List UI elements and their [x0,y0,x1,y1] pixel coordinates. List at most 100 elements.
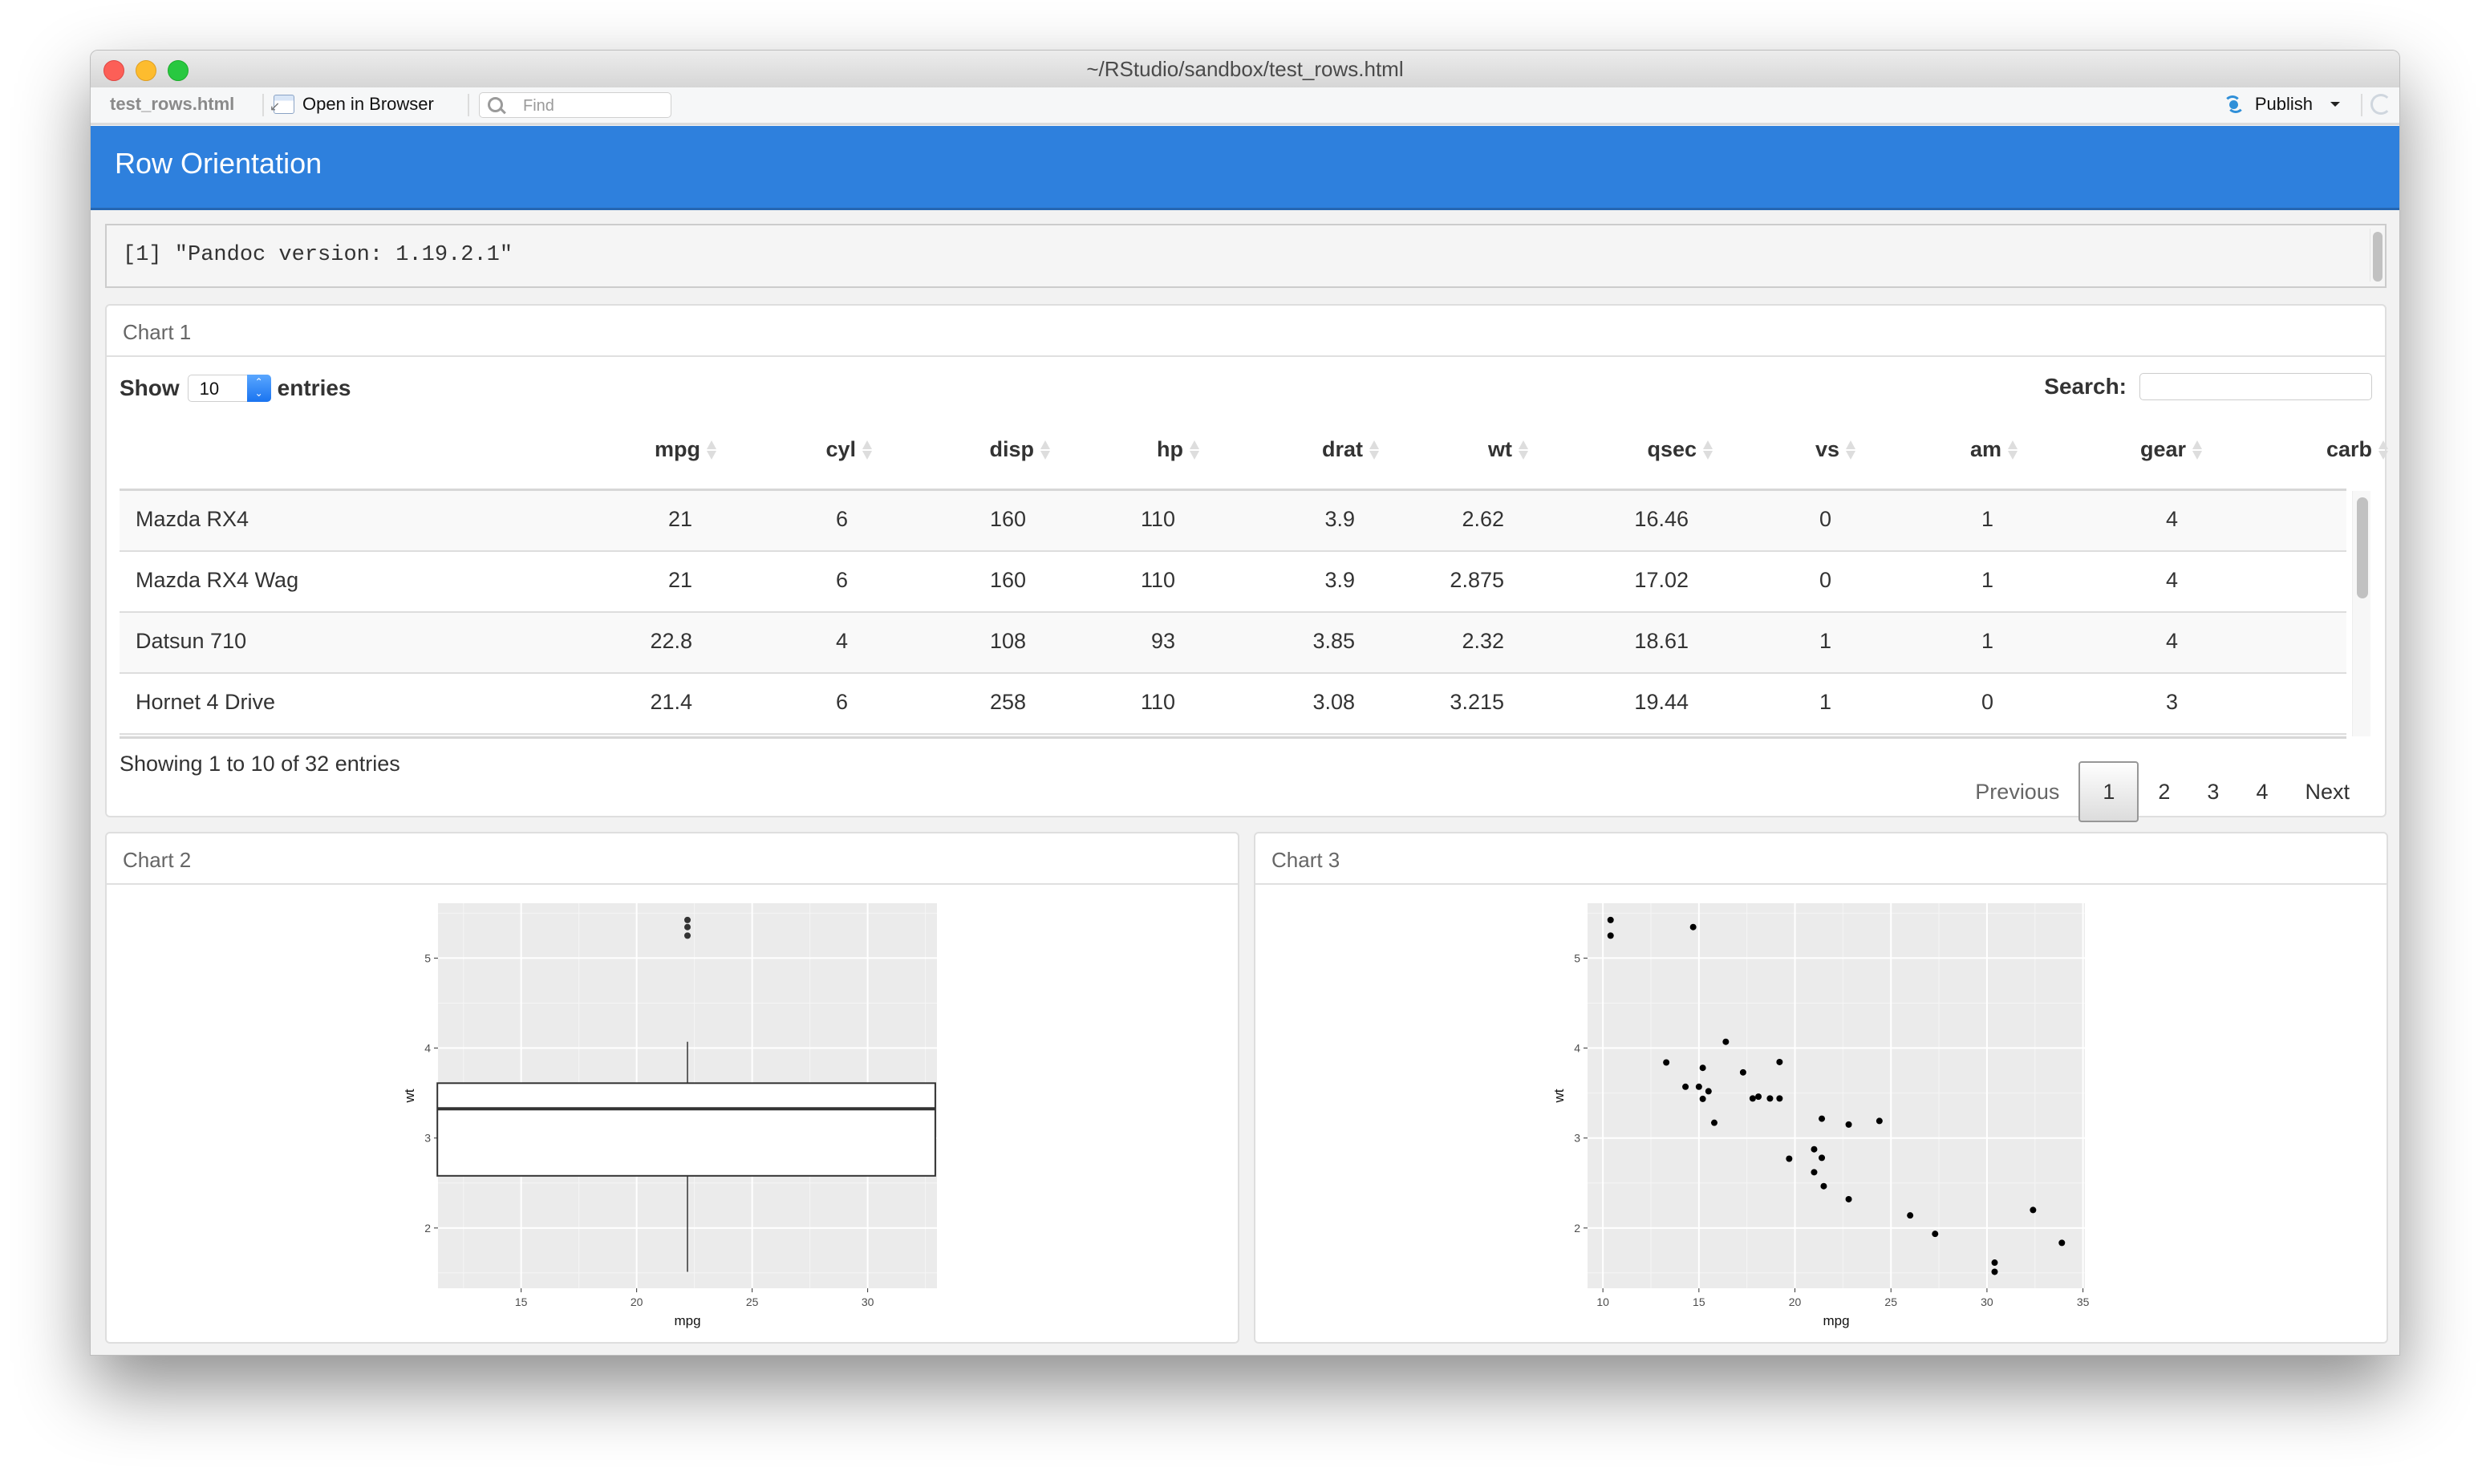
sort-icon [707,440,716,460]
table-row[interactable]: Datsun 71022.84108933.852.3218.611141 [120,613,2346,674]
panel-divider [107,355,2385,357]
scrollbar-thumb[interactable] [2373,232,2383,282]
boxplot-chart: 15 20 25 30 2 3 4 5 mpg wt [402,903,937,1328]
y-axis-label: wt [402,1089,417,1103]
sort-icon [1846,440,1855,460]
publish-button[interactable]: Publish [2221,94,2340,115]
table-search: Search: [2044,373,2372,400]
scatter-point [1739,1068,1746,1076]
outlier-point [684,923,691,931]
column-header-drat[interactable]: drat [1322,437,1379,462]
cell-cyl: 6 [835,568,848,592]
scatter-point [1695,1083,1702,1090]
page-length-select[interactable]: 10 ⌃ ⌄ [187,375,271,402]
x-tick-label: 30 [1981,1295,1993,1308]
cell-am: 1 [1981,507,1993,531]
table-row[interactable] [120,735,2346,736]
scatter-point [1811,1145,1818,1153]
column-header-label: am [1969,437,2001,461]
column-header-label: mpg [655,437,700,461]
table-search-input[interactable] [2139,373,2372,400]
cell-gear: 4 [2165,629,2178,653]
scatter-point [1766,1095,1774,1102]
row-name-cell: Mazda RX4 [136,507,249,531]
cell-am: 1 [1981,568,1993,592]
column-header-label: carb [2326,437,2372,461]
sort-icon [1519,440,1528,460]
cell-mpg: 21 [667,568,692,592]
column-header-label: drat [1321,437,1363,461]
scatter-point [1786,1155,1793,1162]
scatter-point [1776,1095,1783,1102]
scatter-point [1819,1154,1826,1162]
cell-hp: 93 [1150,629,1175,653]
column-header-disp[interactable]: disp [989,437,1050,462]
previous-page-button[interactable]: Previous [1957,761,2077,822]
column-header-cyl[interactable]: cyl [825,437,872,462]
column-header-gear[interactable]: gear [2140,437,2202,462]
open-in-browser-button[interactable]: Open in Browser [274,94,434,115]
cell-hp: 110 [1140,568,1175,592]
row-name-cell: Mazda RX4 Wag [136,568,299,592]
page-button-4[interactable]: 4 [2238,761,2285,822]
sort-icon [862,440,872,460]
table-row[interactable]: Mazda RX42161601103.92.6216.460144 [120,491,2346,552]
chart3-panel: Chart 3 10 15 20 25 30 35 2 3 4 5 mpg wt [1254,832,2388,1344]
column-header-hp[interactable]: hp [1157,437,1199,462]
scatter-point [1776,1058,1783,1065]
toolbar-divider [468,94,469,116]
column-header-wt[interactable]: wt [1488,437,1528,462]
x-axis-label: mpg [1823,1313,1849,1328]
cell-disp: 160 [989,507,1026,531]
column-header-mpg[interactable]: mpg [655,437,716,462]
output-scrollbar[interactable] [2370,229,2383,282]
sort-icon [2008,440,2018,460]
table-row[interactable]: Hornet 4 Drive 21.4 6 258 110 3.08 3.215 19.44 1… [120,674,2346,735]
column-header-am[interactable]: am [1970,437,2018,462]
toolbar-divider [262,94,264,116]
column-header-label: disp [989,437,1034,461]
table-scrollbar[interactable] [2352,491,2370,736]
dashboard-title: Row Orientation [115,147,322,180]
column-header-carb[interactable]: carb [2326,437,2388,462]
toolbar-divider [2361,94,2362,116]
find-box[interactable] [479,92,671,118]
cell-gear: 4 [2165,507,2178,531]
console-output: [1] "Pandoc version: 1.19.2.1" [105,224,2387,288]
cell-drat: 3.85 [1312,629,1355,653]
cell-vs: 1 [1819,629,1831,653]
scatter-point [1699,1064,1706,1072]
column-header-vs[interactable]: vs [1815,437,1855,462]
chevron-down-icon[interactable] [2330,102,2340,107]
entries-label: entries [277,375,351,400]
cell-qsec: 19.44 [1634,690,1689,714]
page-button-2[interactable]: 2 [2140,761,2188,822]
scatter-point [1607,916,1614,923]
scatter-point [1811,1169,1818,1176]
find-input[interactable] [521,96,661,116]
file-name-label: test_rows.html [110,94,235,114]
scrollbar-thumb[interactable] [2357,497,2368,598]
publish-icon [2221,95,2247,113]
y-tick-label: 2 [424,1222,431,1235]
page-button-1[interactable]: 1 [2078,761,2139,822]
column-header-label: vs [1815,437,1839,461]
cell-vs: 1 [1819,690,1831,714]
scatter-point [1682,1083,1689,1090]
sort-icon [1703,440,1713,460]
table-row[interactable]: Mazda RX4 Wag2161601103.92.87517.020144 [120,552,2346,613]
scatter-point [1749,1095,1756,1102]
cell-am: 0 [1981,690,1993,714]
dashboard-navbar: Row Orientation [91,126,2399,210]
search-icon [488,97,503,112]
next-page-button[interactable]: Next [2287,761,2367,822]
x-tick-label: 15 [1693,1295,1705,1308]
outlier-point [684,932,691,939]
table-info: Showing 1 to 10 of 32 entries [120,752,400,776]
refresh-icon[interactable] [2370,94,2391,115]
page-button-3[interactable]: 3 [2189,761,2237,822]
open-in-browser-label: Open in Browser [302,94,434,114]
chart2-title: Chart 2 [123,848,192,872]
column-header-qsec[interactable]: qsec [1647,437,1713,462]
scatter-point [1907,1212,1914,1219]
